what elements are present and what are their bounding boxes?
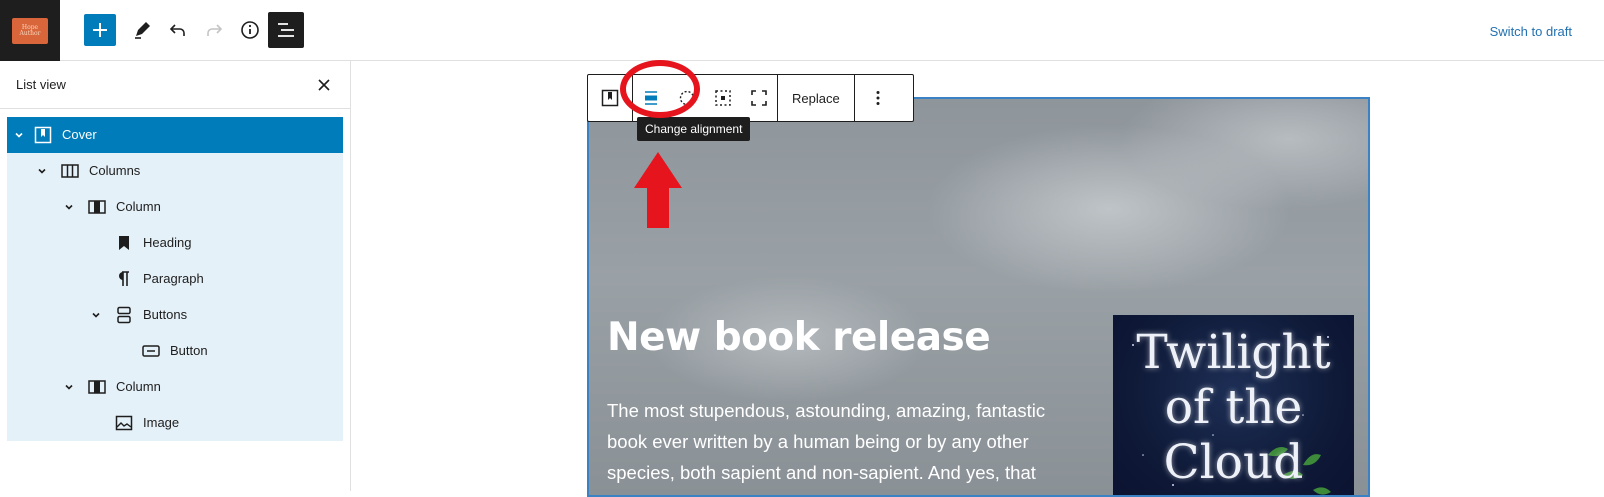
pilcrow-icon: [119, 271, 129, 286]
chevron-down-icon[interactable]: [13, 129, 25, 141]
chevron-down-icon[interactable]: [63, 381, 75, 393]
list-item-cover[interactable]: Cover: [7, 117, 343, 153]
tools-button[interactable]: [126, 14, 158, 46]
site-logo-button[interactable]: Hope Author: [0, 0, 60, 61]
list-item-label: Paragraph: [143, 271, 204, 286]
list-item-buttons[interactable]: Buttons: [7, 297, 343, 333]
list-item-label: Column: [116, 199, 161, 214]
list-item-label: Image: [143, 415, 180, 430]
site-logo-image: Hope Author: [12, 17, 48, 44]
list-view-title: List view: [16, 77, 66, 92]
details-button[interactable]: [234, 14, 266, 46]
list-item-columns[interactable]: Columns: [7, 153, 343, 189]
pencil-icon: [135, 22, 150, 39]
red-arrow-annotation: [634, 152, 682, 228]
info-icon: [241, 21, 259, 39]
more-options-button[interactable]: [855, 75, 901, 121]
add-block-button[interactable]: [84, 14, 116, 46]
replace-button[interactable]: Replace: [778, 91, 854, 106]
fullscreen-icon: [751, 90, 767, 106]
undo-button[interactable]: [162, 14, 194, 46]
list-view-button[interactable]: [268, 12, 304, 48]
column-icon: [88, 380, 106, 394]
list-item-column[interactable]: Column: [7, 369, 343, 405]
cover-block[interactable]: New book release The most stupendous, as…: [587, 97, 1370, 497]
chevron-down-icon[interactable]: [63, 201, 75, 213]
list-item-column[interactable]: Column: [7, 189, 343, 225]
list-view-icon: [278, 23, 294, 37]
change-alignment-tooltip: Change alignment: [637, 117, 751, 141]
close-icon: [318, 79, 330, 91]
options-group: [855, 75, 901, 121]
list-item-button[interactable]: Button: [7, 333, 343, 369]
list-item-label: Cover: [62, 127, 97, 142]
cover-heading[interactable]: New book release: [607, 315, 991, 360]
buttons-icon: [117, 306, 131, 324]
cover-icon: [601, 89, 619, 107]
list-item-paragraph[interactable]: Paragraph: [7, 261, 343, 297]
columns-icon: [61, 164, 79, 178]
redo-icon: [207, 24, 223, 36]
cover-icon: [34, 126, 52, 144]
more-vertical-icon: [876, 91, 880, 105]
book-title-text: Twilight of the Cloud: [1136, 325, 1331, 490]
switch-to-draft-button[interactable]: Switch to draft: [1490, 24, 1572, 39]
editor-header: Hope Author Switch to draft: [0, 0, 1604, 61]
image-icon: [115, 415, 133, 431]
list-item-label: Buttons: [143, 307, 188, 322]
plus-icon: [93, 23, 107, 37]
list-view-panel: List view Cover Columns Column Heading P…: [0, 61, 351, 491]
list-item-label: Column: [116, 379, 161, 394]
list-item-label: Columns: [89, 163, 141, 178]
bookmark-icon: [119, 236, 129, 250]
list-item-label: Button: [170, 343, 208, 358]
undo-icon: [169, 24, 185, 36]
list-view-header: List view: [0, 61, 350, 109]
button-icon: [142, 345, 160, 357]
position-button[interactable]: [705, 75, 741, 121]
chevron-down-icon[interactable]: [90, 309, 102, 321]
list-item-heading[interactable]: Heading: [7, 225, 343, 261]
block-tree: Cover Columns Column Heading Paragraph B…: [7, 117, 343, 441]
list-item-label: Heading: [143, 235, 192, 250]
list-item-image[interactable]: Image: [7, 405, 343, 441]
chevron-down-icon[interactable]: [36, 165, 48, 177]
replace-group: Replace: [778, 75, 855, 121]
redo-button[interactable]: [198, 14, 230, 46]
close-list-view-button[interactable]: [312, 73, 336, 97]
column-icon: [88, 200, 106, 214]
book-cover-image[interactable]: Twilight of the Cloud: [1113, 315, 1354, 495]
full-height-button[interactable]: [741, 75, 777, 121]
highlight-circle-annotation: [620, 60, 700, 118]
cover-paragraph[interactable]: The most stupendous, astounding, amazing…: [607, 395, 1067, 488]
position-icon: [715, 90, 731, 106]
